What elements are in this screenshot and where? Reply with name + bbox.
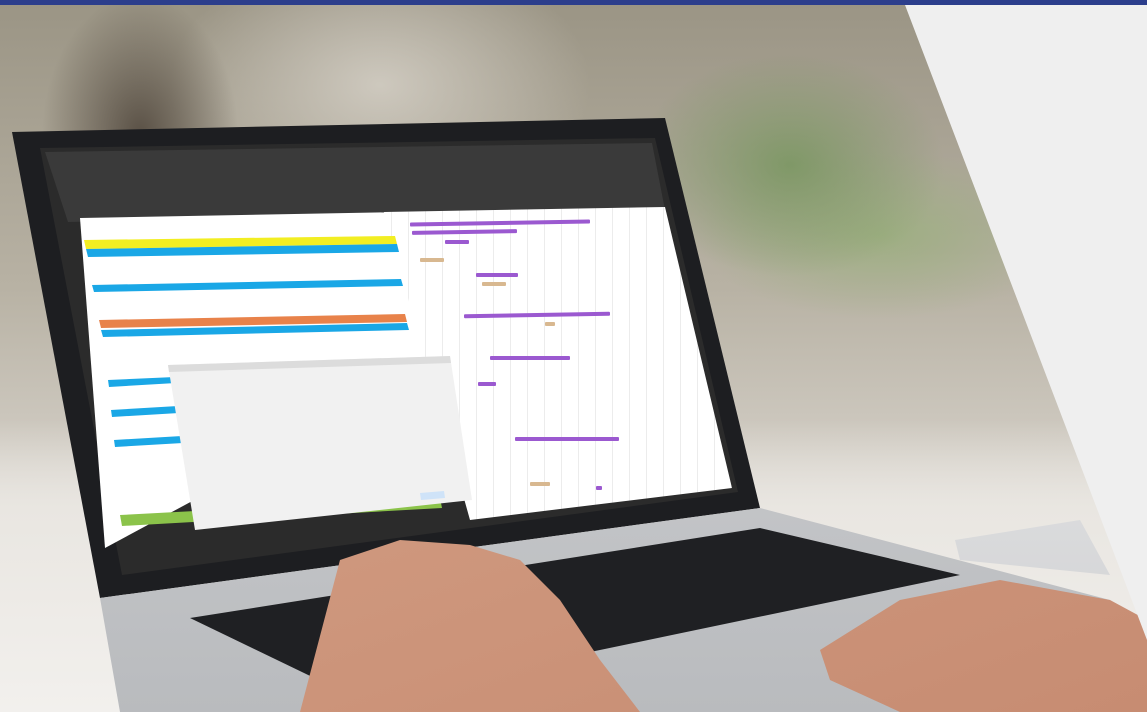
gantt-bar bbox=[409, 219, 591, 227]
gantt-bar bbox=[515, 437, 619, 441]
gantt-bar bbox=[445, 240, 469, 244]
gantt-bar bbox=[476, 273, 518, 277]
gantt-bar bbox=[420, 258, 444, 262]
gantt-bar bbox=[463, 311, 611, 319]
gantt-bar bbox=[478, 382, 496, 386]
gantt-bar bbox=[545, 322, 555, 326]
gantt-bar bbox=[411, 229, 518, 235]
gantt-bar bbox=[530, 482, 550, 486]
gantt-bar bbox=[490, 356, 570, 360]
gantt-bar bbox=[596, 486, 602, 490]
gantt-bar bbox=[482, 282, 506, 286]
photo-scene bbox=[0, 0, 1147, 712]
